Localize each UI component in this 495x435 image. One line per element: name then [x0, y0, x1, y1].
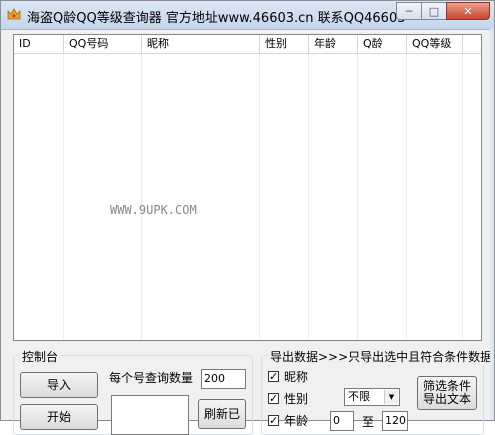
control-panel: 控制台 导入 开始 每个号查询数量 200 刷新已 [13, 348, 253, 435]
gender-label: 性别 [284, 392, 309, 406]
window-title: 海盗Q龄QQ等级查询器 官方地址www.46603.cn 联系QQ46603 [27, 11, 406, 26]
query-count-label: 每个号查询数量 [109, 371, 194, 385]
column-header-gender[interactable]: 性别 [260, 35, 309, 53]
column-divider [259, 54, 260, 340]
age-to-input[interactable]: 120 [382, 411, 408, 431]
column-divider [141, 54, 142, 340]
nickname-label: 昵称 [284, 370, 309, 384]
filter-export-button[interactable]: 筛选条件 导出文本 [417, 376, 477, 410]
nickname-checkbox[interactable]: ✓ [268, 371, 279, 382]
age-range-separator: 至 [362, 415, 375, 429]
column-header-qq-number[interactable]: QQ号码 [64, 35, 142, 53]
result-list[interactable]: ID QQ号码 昵称 性别 年龄 Q龄 QQ等级 WWW.9UPK.COM [13, 34, 482, 341]
close-button[interactable]: ✕ [446, 2, 490, 20]
age-from-input[interactable]: 0 [330, 411, 354, 431]
column-divider [308, 54, 309, 340]
column-divider [406, 54, 407, 340]
column-header-qq-level[interactable]: QQ等级 [407, 35, 463, 53]
account-textarea[interactable] [111, 395, 189, 435]
chevron-down-icon: ▼ [384, 390, 398, 404]
gender-select-value: 不限 [348, 390, 370, 403]
query-count-input[interactable]: 200 [201, 369, 246, 389]
list-header: ID QQ号码 昵称 性别 年龄 Q龄 QQ等级 [14, 35, 481, 54]
window-edge [490, 29, 494, 420]
title-bar[interactable]: 海盗Q龄QQ等级查询器 官方地址www.46603.cn 联系QQ46603 ─… [1, 1, 494, 30]
gender-select[interactable]: 不限 ▼ [344, 388, 400, 406]
close-icon: ✕ [463, 4, 473, 18]
gender-checkbox[interactable]: ✓ [268, 393, 279, 404]
control-panel-title: 控制台 [20, 348, 61, 365]
main-window: 海盗Q龄QQ等级查询器 官方地址www.46603.cn 联系QQ46603 ─… [0, 0, 495, 435]
list-body[interactable] [14, 54, 481, 340]
column-divider [462, 54, 463, 340]
minimize-button[interactable]: ─ [396, 2, 422, 20]
crown-icon [7, 8, 21, 20]
column-divider [357, 54, 358, 340]
column-header-nickname[interactable]: 昵称 [142, 35, 260, 53]
import-button[interactable]: 导入 [20, 372, 98, 398]
refresh-button[interactable]: 刷新已 [198, 399, 246, 429]
export-panel-title: 导出数据>>>只导出选中且符合条件数据 [268, 348, 495, 365]
column-header-q-age[interactable]: Q龄 [358, 35, 407, 53]
minimize-icon: ─ [405, 4, 413, 18]
maximize-icon: □ [428, 4, 440, 18]
start-button[interactable]: 开始 [20, 404, 98, 430]
column-divider [63, 54, 64, 340]
column-header-id[interactable]: ID [14, 35, 64, 53]
column-header-age[interactable]: 年龄 [309, 35, 358, 53]
watermark-text: WWW.9UPK.COM [110, 203, 197, 217]
window-controls: ─ □ ✕ [396, 2, 490, 20]
export-panel: 导出数据>>>只导出选中且符合条件数据 ✓ 昵称 ✓ 性别 不限 ▼ ✓ 年龄 … [261, 348, 495, 435]
maximize-button[interactable]: □ [421, 2, 447, 20]
